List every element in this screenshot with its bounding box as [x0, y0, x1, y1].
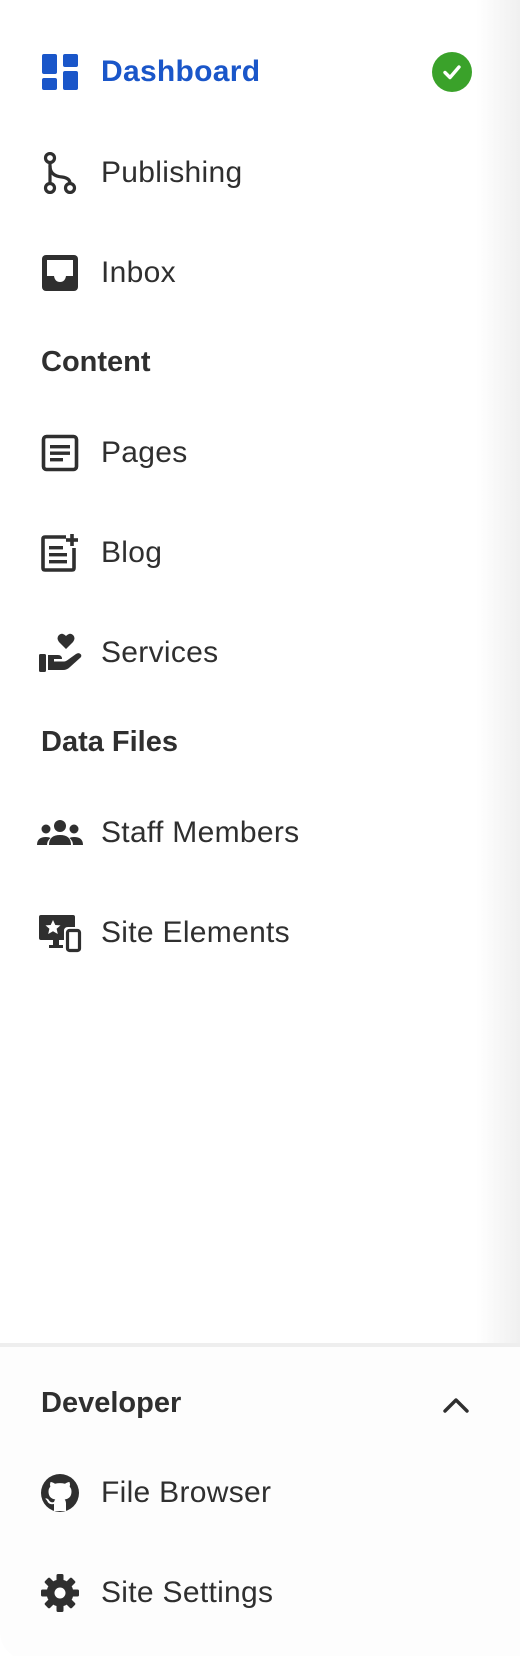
sidebar-item-file-browser[interactable]: File Browser [0, 1463, 480, 1523]
people-group-icon [36, 809, 84, 857]
sidebar-item-site-settings[interactable]: Site Settings [0, 1563, 480, 1623]
gear-icon [36, 1569, 84, 1617]
sidebar-edge-shadow [476, 0, 520, 1345]
blog-post-icon [36, 529, 84, 577]
sidebar-item-label: File Browser [101, 1476, 272, 1509]
section-header-developer: Developer [41, 1387, 182, 1419]
chevron-up-icon[interactable] [436, 1385, 476, 1425]
sidebar-item-label: Services [101, 636, 219, 669]
section-header-data-files: Data Files [41, 726, 178, 758]
inbox-icon [36, 249, 84, 297]
sidebar-item-pages[interactable]: Pages [0, 423, 480, 483]
sidebar-item-label: Pages [101, 436, 188, 469]
git-branch-icon [36, 149, 84, 197]
sidebar-item-inbox[interactable]: Inbox [0, 243, 480, 303]
sidebar-item-label: Dashboard [101, 55, 261, 88]
sidebar-item-label: Inbox [101, 256, 176, 289]
sidebar-item-staff-members[interactable]: Staff Members [0, 803, 480, 863]
devices-star-icon [36, 909, 84, 957]
sidebar-item-label: Site Elements [101, 916, 290, 949]
sidebar-item-label: Staff Members [101, 816, 300, 849]
github-icon [36, 1469, 84, 1517]
sidebar-item-label: Blog [101, 536, 163, 569]
page-icon [36, 429, 84, 477]
sidebar-item-publishing[interactable]: Publishing [0, 143, 480, 203]
dashboard-icon [36, 48, 84, 96]
sidebar-item-label: Publishing [101, 156, 243, 189]
hand-heart-icon [36, 629, 84, 677]
sidebar-item-label: Site Settings [101, 1576, 274, 1609]
sidebar-item-site-elements[interactable]: Site Elements [0, 903, 480, 963]
sidebar: Dashboard Publishing Inbox Content Pages… [0, 0, 520, 1656]
sidebar-item-blog[interactable]: Blog [0, 523, 480, 583]
sidebar-item-services[interactable]: Services [0, 623, 480, 683]
section-header-content: Content [41, 346, 151, 378]
check-icon [432, 52, 472, 92]
sidebar-item-dashboard[interactable]: Dashboard [0, 42, 480, 102]
developer-panel: Developer File Browser Site Settings [0, 1343, 520, 1656]
